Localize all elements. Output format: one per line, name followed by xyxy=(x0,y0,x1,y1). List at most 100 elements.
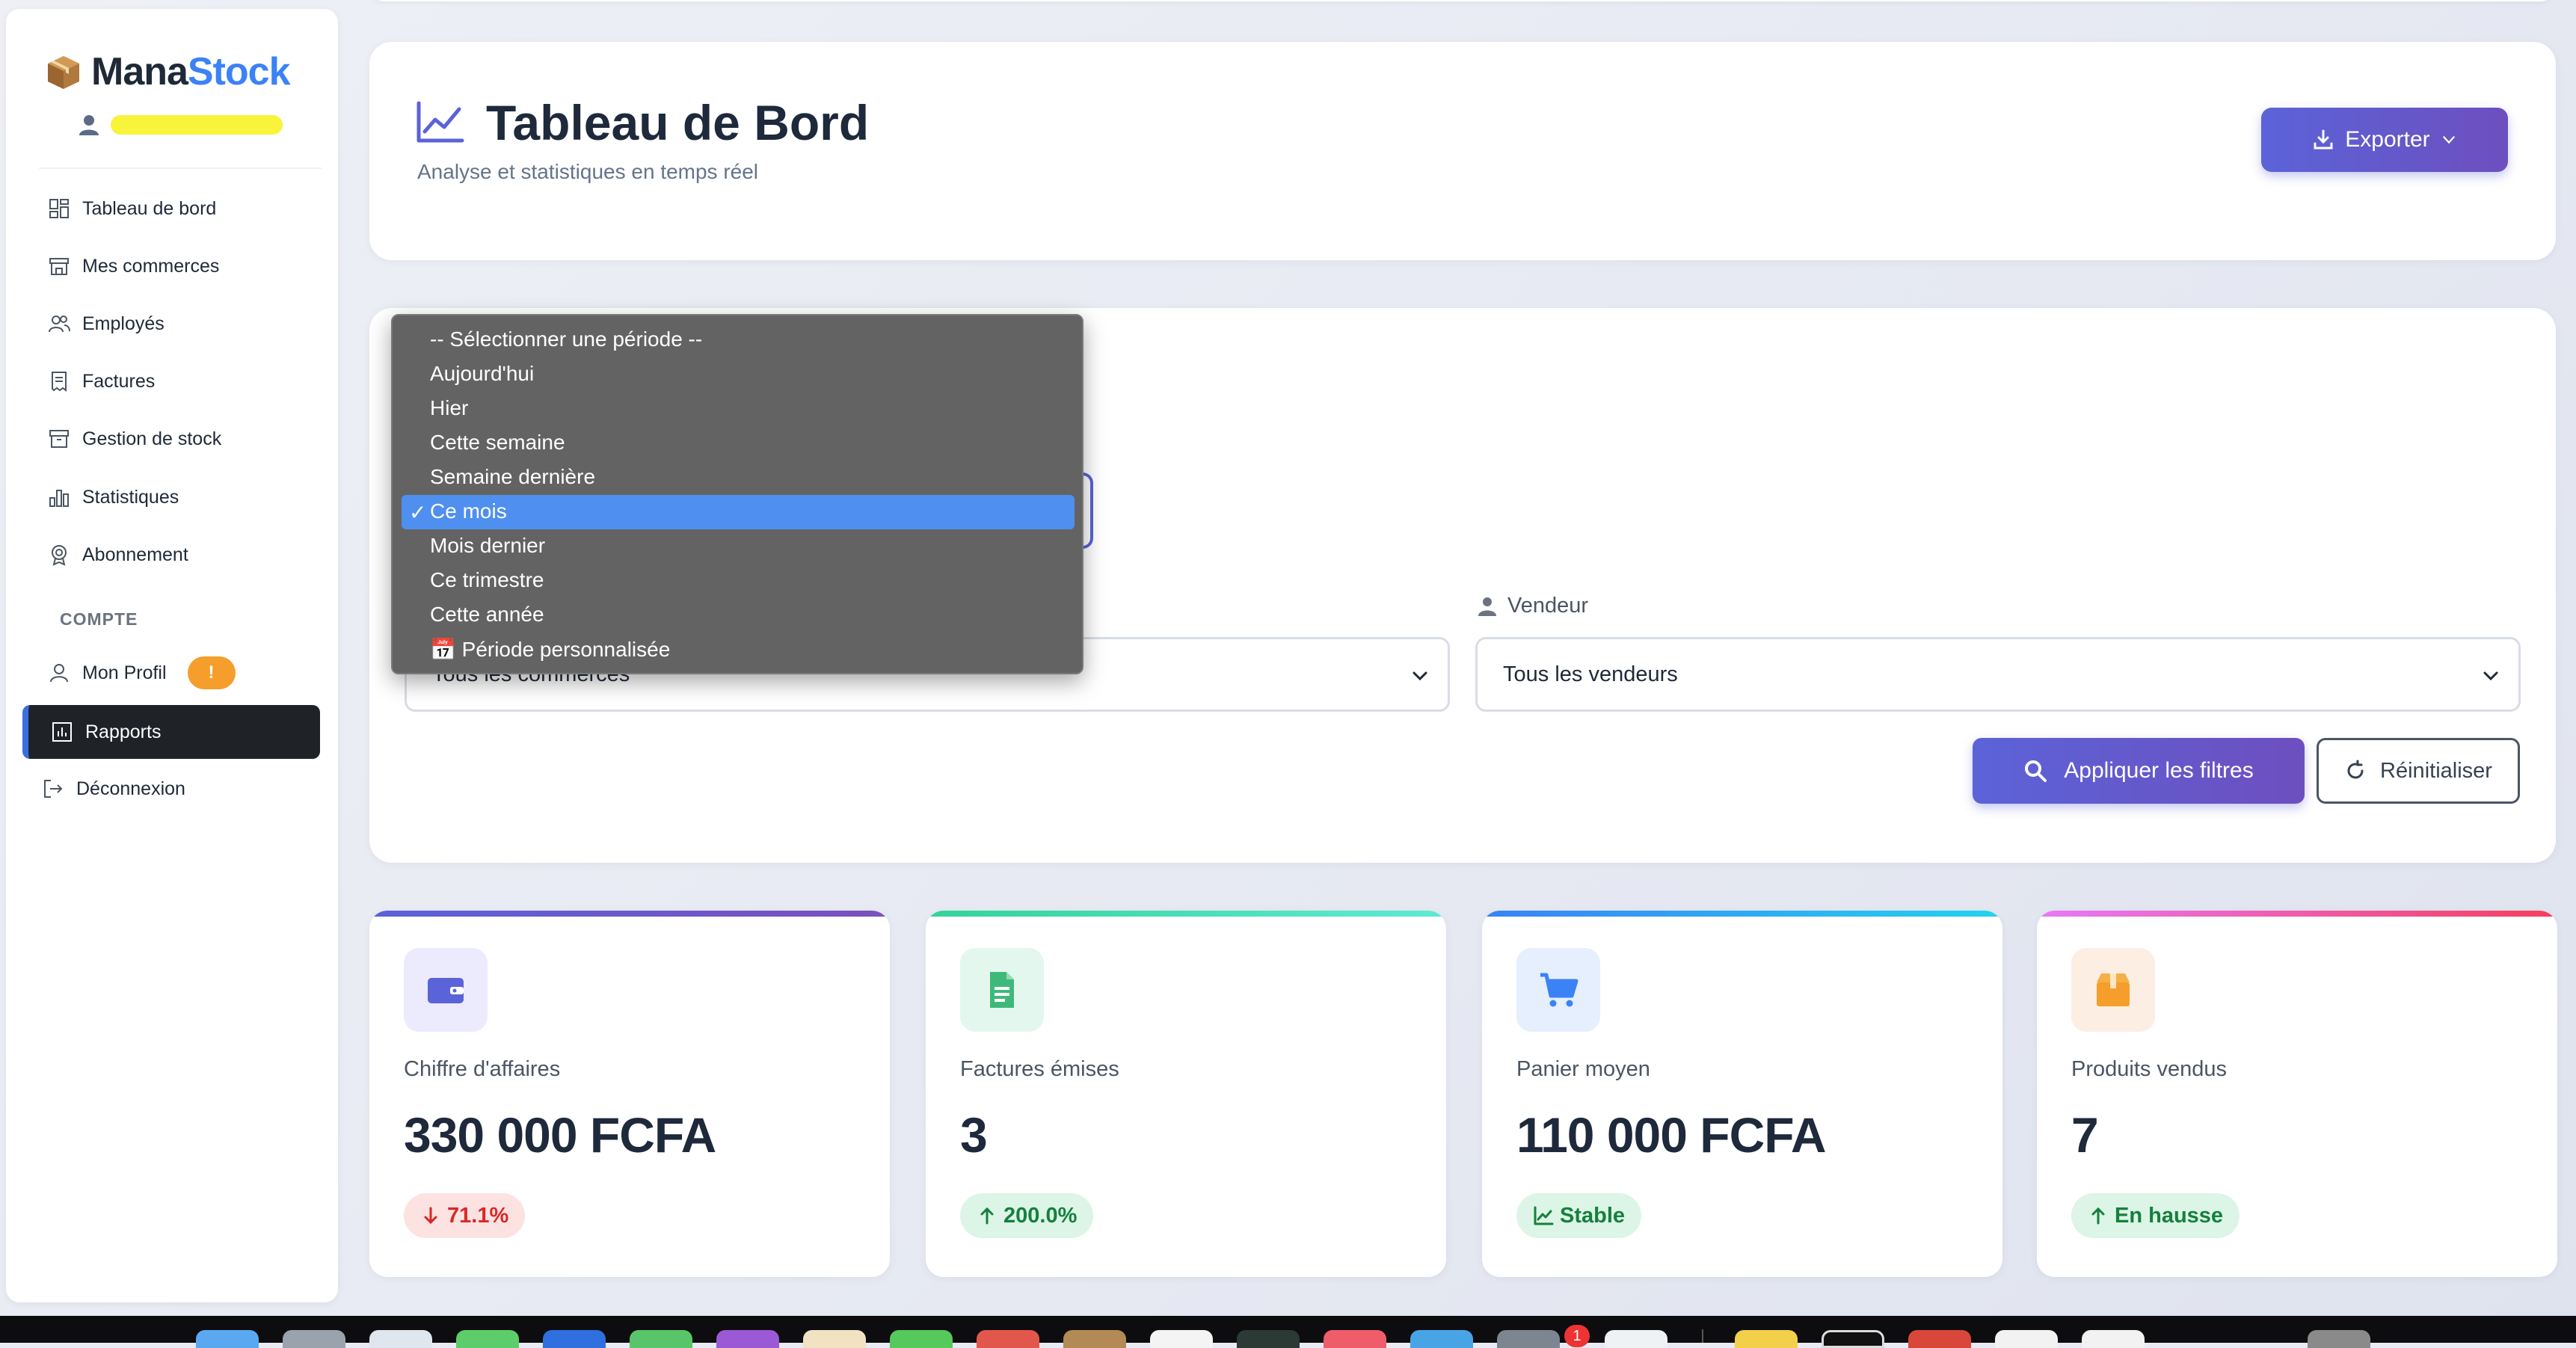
dock-app-icon[interactable] xyxy=(1410,1330,1473,1348)
dropdown-option[interactable]: Cette semaine xyxy=(430,431,565,455)
package-icon xyxy=(48,56,79,89)
user-tie-icon xyxy=(1478,597,1496,616)
refresh-icon xyxy=(2347,760,2364,779)
vendor-select[interactable]: Tous les vendeurs xyxy=(1475,637,2521,712)
dock-app-icon[interactable] xyxy=(1822,1330,1884,1348)
report-chart-icon xyxy=(52,722,72,742)
card-accent-bar xyxy=(926,911,1446,917)
dropdown-option[interactable]: -- Sélectionner une période -- xyxy=(430,327,702,351)
current-user: utilisateur xyxy=(78,114,283,136)
stat-value: 3 xyxy=(960,1107,988,1163)
trend-value: Stable xyxy=(1560,1203,1626,1228)
dock-notification-badge: 1 xyxy=(1564,1325,1590,1347)
download-icon xyxy=(2314,129,2333,150)
dock-app-icon[interactable] xyxy=(630,1330,692,1348)
chevron-down-icon xyxy=(1413,671,1427,681)
bar-chart-icon xyxy=(49,490,69,507)
dock-app-icon[interactable] xyxy=(890,1330,953,1348)
user-icon xyxy=(50,664,68,683)
sidebar-item-label: Mon Profil xyxy=(82,662,167,683)
dock-app-icon[interactable] xyxy=(803,1330,866,1348)
sidebar-item-rapports[interactable]: Rapports xyxy=(22,705,320,759)
dropdown-option[interactable]: 📅 Période personnalisée xyxy=(430,637,670,662)
logout-icon xyxy=(44,780,63,798)
sidebar-item-label: Abonnement xyxy=(82,544,188,565)
sidebar-item-gestion-de-stock[interactable]: Gestion de stock xyxy=(48,428,221,450)
dock-app-icon[interactable] xyxy=(1063,1330,1126,1348)
chevron-down-icon xyxy=(2442,136,2455,144)
dock-app-icon[interactable] xyxy=(196,1330,259,1348)
stat-value: 110 000 FCFA xyxy=(1516,1107,1827,1163)
search-icon xyxy=(2025,760,2047,782)
dropdown-option[interactable]: Semaine dernière xyxy=(430,465,595,489)
dropdown-option[interactable]: Cette année xyxy=(430,603,544,627)
dock-app-icon[interactable] xyxy=(1237,1330,1300,1348)
dropdown-option[interactable]: Aujourd'hui xyxy=(430,362,534,386)
trend-value: 71.1% xyxy=(447,1203,509,1228)
stat-label: Panier moyen xyxy=(1516,1057,1650,1081)
dock-app-icon[interactable] xyxy=(716,1330,779,1348)
arrow-up-icon xyxy=(2091,1207,2105,1225)
sidebar-item-statistiques[interactable]: Statistiques xyxy=(48,486,179,508)
brand-name-second: Stock xyxy=(187,50,291,93)
users-icon xyxy=(49,316,70,333)
export-button[interactable]: Exporter xyxy=(2261,108,2508,172)
brand-name-first: Mana xyxy=(91,50,188,93)
dock-app-icon[interactable] xyxy=(1995,1330,2058,1348)
dock-app-icon[interactable] xyxy=(1324,1330,1386,1348)
user-icon xyxy=(79,115,99,135)
page-title: Tableau de Bord xyxy=(414,94,869,151)
card-accent-bar xyxy=(1482,911,2002,917)
dropdown-option[interactable]: Mois dernier xyxy=(430,534,545,558)
dock-separator xyxy=(1702,1329,1703,1343)
sidebar-item-tableau-de-bord[interactable]: Tableau de bord xyxy=(48,197,216,220)
sidebar-item-label: Mes commerces xyxy=(82,255,220,277)
dock-app-icon[interactable] xyxy=(283,1330,345,1348)
sidebar-item-mes-commerces[interactable]: Mes commerces xyxy=(48,255,219,277)
stat-card-invoices: Factures émises 3 200.0% xyxy=(926,911,1446,1277)
header-card: Tableau de Bord Analyse et statistiques … xyxy=(369,42,2556,260)
dock-app-icon[interactable] xyxy=(977,1330,1039,1348)
dock-app-icon[interactable] xyxy=(543,1330,606,1348)
trend-badge: 200.0% xyxy=(960,1193,1094,1238)
dock-app-icon[interactable] xyxy=(1735,1330,1798,1348)
dock-app-icon[interactable] xyxy=(2082,1330,2145,1348)
dock-app-icon[interactable] xyxy=(1605,1330,1667,1348)
reset-button[interactable]: Réinitialiser xyxy=(2317,738,2520,804)
vendor-label: Vendeur xyxy=(1478,594,1588,618)
wallet-icon xyxy=(428,978,464,1003)
sidebar-divider xyxy=(39,167,322,169)
invoice-icon xyxy=(52,372,67,392)
sidebar-item-employes[interactable]: Employés xyxy=(48,313,165,335)
apply-filters-button[interactable]: Appliquer les filtres xyxy=(1973,738,2305,804)
sidebar-item-factures[interactable]: Factures xyxy=(48,370,155,393)
dock-app-icon[interactable] xyxy=(1908,1330,1971,1348)
dashboard-icon xyxy=(49,199,69,218)
stat-value: 7 xyxy=(2071,1107,2099,1163)
brand-logo[interactable]: Mana Stock xyxy=(45,49,291,94)
sidebar-item-label: Tableau de bord xyxy=(82,197,217,219)
stat-icon-box xyxy=(404,948,488,1032)
archive-icon xyxy=(49,430,69,448)
dropdown-option-selected[interactable]: Ce mois xyxy=(430,499,507,523)
apply-filters-label: Appliquer les filtres xyxy=(2064,758,2254,783)
trend-value: En hausse xyxy=(2115,1203,2224,1228)
reset-label: Réinitialiser xyxy=(2380,758,2492,783)
sidebar-item-abonnement[interactable]: Abonnement xyxy=(48,544,188,566)
export-label: Exporter xyxy=(2345,127,2430,152)
dock-app-icon[interactable] xyxy=(369,1330,432,1348)
sidebar: ManaStock utilisateur Tableau de bord Me… xyxy=(6,9,338,1302)
box-icon xyxy=(2097,973,2130,1006)
profile-warning-badge: ! xyxy=(187,656,236,689)
card-accent-bar xyxy=(2037,911,2557,917)
sidebar-item-deconnexion[interactable]: Déconnexion xyxy=(42,778,185,800)
dropdown-option[interactable]: Ce trimestre xyxy=(430,568,544,592)
dock-app-icon[interactable] xyxy=(456,1330,519,1348)
period-dropdown[interactable]: ✓ -- Sélectionner une période -- Aujourd… xyxy=(391,314,1083,674)
sidebar-item-mon-profil[interactable]: Mon Profil ! xyxy=(48,656,236,689)
dropdown-option[interactable]: Hier xyxy=(430,396,468,420)
section-label-compte: COMPTE xyxy=(60,609,138,629)
dock-app-icon[interactable] xyxy=(1150,1330,1213,1348)
dock-app-icon[interactable] xyxy=(1497,1330,1560,1348)
dock-app-icon[interactable] xyxy=(2308,1330,2370,1348)
